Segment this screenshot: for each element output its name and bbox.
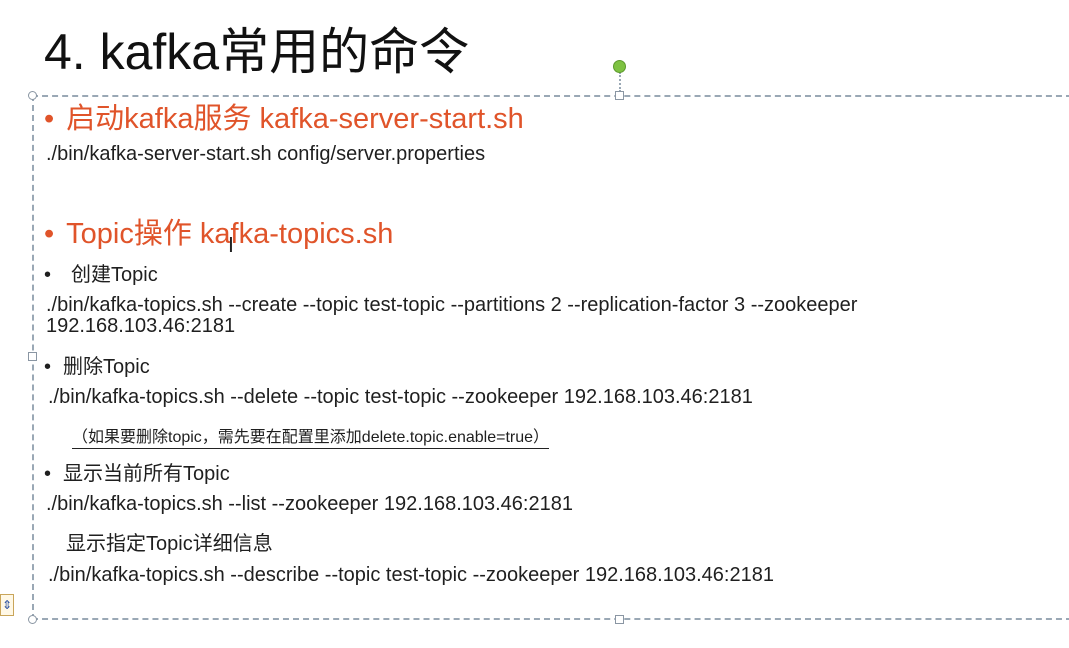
describe-topic-command[interactable]: ./bin/kafka-topics.sh --describe --topic…	[48, 564, 774, 587]
list-topics-command[interactable]: ./bin/kafka-topics.sh --list --zookeeper…	[46, 493, 573, 516]
bullet: •	[44, 103, 55, 135]
resize-handle-bottom-middle[interactable]	[615, 615, 624, 624]
create-topic-command-line-1[interactable]: ./bin/kafka-topics.sh --create --topic t…	[46, 294, 857, 317]
create-topic-label-text: 创建Topic	[71, 264, 158, 286]
list-topics-label-text: 显示当前所有Topic	[63, 463, 230, 485]
bullet: •	[44, 356, 52, 378]
bullet: •	[44, 264, 52, 286]
delete-topic-command[interactable]: ./bin/kafka-topics.sh --delete --topic t…	[48, 386, 753, 409]
delete-topic-label[interactable]: • 删除Topic	[44, 350, 150, 379]
autofit-options-icon[interactable]: ⇕	[0, 594, 14, 616]
create-topic-label[interactable]: • 创建Topic	[44, 258, 158, 287]
delete-topic-note[interactable]: （如果要删除topic，需先要在配置里添加delete.topic.enable…	[72, 423, 550, 449]
describe-topic-label[interactable]: 显示指定Topic详细信息	[66, 527, 273, 556]
bullet: •	[44, 218, 55, 250]
text-cursor-icon: I	[228, 233, 234, 257]
resize-handle-top-middle[interactable]	[615, 91, 624, 100]
start-service-heading-text: 启动kafka服务 kafka-server-start.sh	[66, 103, 524, 135]
topic-operations-heading[interactable]: • Topic操作 kafka-topics.sh	[44, 210, 393, 252]
slide-title[interactable]: 4. kafka常用的命令	[44, 12, 469, 84]
resize-handle-top-left[interactable]	[28, 91, 37, 100]
rotate-connector-line	[619, 72, 621, 92]
bullet: •	[44, 463, 52, 485]
resize-handle-middle-left[interactable]	[28, 352, 37, 361]
resize-handle-bottom-left[interactable]	[28, 615, 37, 624]
start-service-heading[interactable]: • 启动kafka服务 kafka-server-start.sh	[44, 95, 524, 137]
create-topic-command-line-2[interactable]: 192.168.103.46:2181	[46, 315, 235, 338]
start-service-command[interactable]: ./bin/kafka-server-start.sh config/serve…	[46, 143, 485, 166]
delete-topic-label-text: 删除Topic	[63, 356, 150, 378]
list-topics-label[interactable]: • 显示当前所有Topic	[44, 457, 230, 486]
rotate-handle-icon[interactable]	[613, 60, 626, 73]
